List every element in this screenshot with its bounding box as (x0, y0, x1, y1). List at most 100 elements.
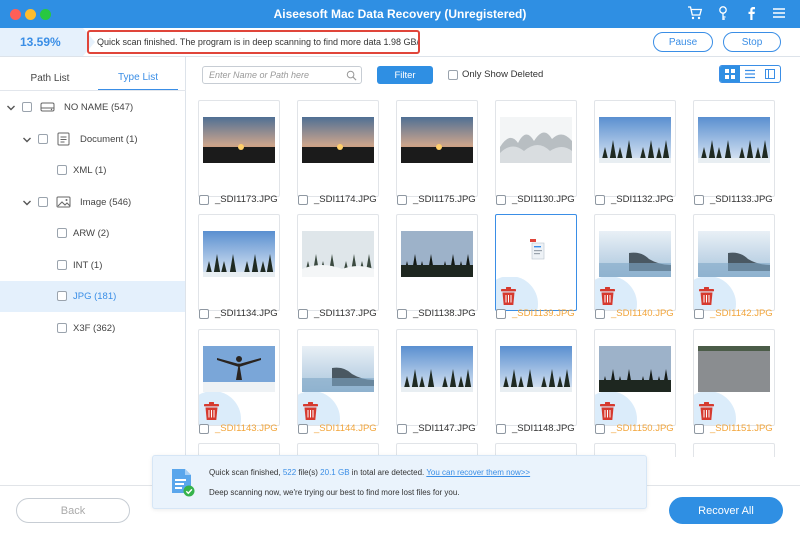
scan-complete-icon (172, 469, 195, 497)
file-thumbnail[interactable] (693, 329, 775, 426)
detected-file-count: 522 (282, 468, 297, 477)
file-checkbox[interactable] (298, 424, 308, 434)
tree-item-document[interactable]: Document (1) (0, 124, 185, 155)
file-thumbnail[interactable] (297, 214, 379, 311)
file-thumbnail[interactable] (693, 100, 775, 197)
tree-item-checkbox[interactable] (57, 165, 67, 175)
file-name: _SDI1140.JPG (611, 308, 674, 319)
menu-icon[interactable] (770, 4, 788, 22)
image-preview (599, 231, 671, 277)
key-icon[interactable] (714, 4, 732, 22)
file-checkbox[interactable] (199, 424, 209, 434)
list-view-icon[interactable] (740, 66, 760, 82)
file-thumbnail[interactable] (693, 443, 775, 457)
trash-icon (698, 401, 715, 421)
file-checkbox[interactable] (496, 424, 506, 434)
file-thumbnail[interactable] (297, 100, 379, 197)
image-preview (500, 346, 572, 392)
tab-path-list[interactable]: Path List (10, 65, 90, 91)
tree-item-checkbox[interactable] (57, 228, 67, 238)
file-thumbnail[interactable] (495, 214, 577, 311)
file-thumbnail[interactable] (693, 214, 775, 311)
tree-item-label: ARW (2) (73, 228, 110, 239)
file-checkbox[interactable] (298, 309, 308, 319)
tree-item-label: JPG (181) (73, 291, 117, 302)
image-preview (302, 117, 374, 163)
tree-item-x3f[interactable]: X3F (362) (0, 313, 185, 344)
grid-view-icon[interactable] (720, 66, 740, 82)
tree-item-jpg[interactable]: JPG (181) (0, 281, 185, 312)
tree-item-label: Image (546) (80, 196, 132, 208)
tree-item-arw[interactable]: ARW (2) (0, 218, 185, 249)
file-checkbox[interactable] (694, 309, 704, 319)
image-preview (203, 346, 275, 392)
stop-button[interactable]: Stop (723, 32, 781, 52)
file-thumbnail[interactable] (594, 329, 676, 426)
image-preview (401, 117, 473, 163)
file-thumbnail[interactable] (297, 329, 379, 426)
file-grid: _SDI1173.JPG _SDI1174.JPG _SDI1175.JPG _SDI… (186, 91, 800, 457)
file-thumbnail[interactable] (594, 100, 676, 197)
only-show-deleted-checkbox[interactable] (448, 70, 458, 80)
image-preview (698, 117, 770, 163)
recover-now-link[interactable]: You can recover them now>> (426, 468, 530, 477)
facebook-icon[interactable] (742, 4, 760, 22)
notification-summary: Quick scan finished, 522 file(s) 20.1 GB… (209, 468, 531, 477)
detected-size: 20.1 GB (320, 468, 350, 477)
file-thumbnail[interactable] (495, 100, 577, 197)
file-checkbox[interactable] (496, 309, 506, 319)
image-preview (698, 231, 770, 277)
tree-item-no[interactable]: NO NAME (547) (0, 92, 185, 123)
file-checkbox[interactable] (298, 195, 308, 205)
file-thumbnail[interactable] (396, 214, 478, 311)
tree-item-checkbox[interactable] (57, 259, 67, 270)
tree-item-checkbox[interactable] (22, 102, 32, 112)
file-thumbnail[interactable] (594, 214, 676, 311)
file-checkbox[interactable] (397, 309, 407, 319)
file-thumbnail[interactable] (396, 329, 478, 426)
file-checkbox[interactable] (199, 195, 209, 205)
file-checkbox[interactable] (595, 195, 605, 205)
file-checkbox[interactable] (496, 195, 506, 205)
cart-icon[interactable] (686, 4, 704, 22)
chevron-down-icon[interactable] (22, 135, 32, 145)
search-input[interactable]: Enter Name or Path here (202, 66, 362, 84)
tree-item-checkbox[interactable] (38, 196, 48, 207)
search-placeholder: Enter Name or Path here (209, 70, 310, 80)
file-name: _SDI1148.JPG (512, 423, 575, 434)
tree-item-checkbox[interactable] (57, 322, 67, 333)
file-thumbnail[interactable] (198, 100, 280, 197)
tree-item-checkbox[interactable] (57, 291, 67, 301)
status-bar: 13.59% Quick scan finished. The program … (0, 28, 800, 57)
file-thumbnail[interactable] (198, 214, 280, 311)
scan-notification: Quick scan finished, 522 file(s) 20.1 GB… (152, 455, 647, 509)
chevron-down-icon[interactable] (6, 103, 16, 113)
file-checkbox[interactable] (397, 424, 407, 434)
tree-item-image[interactable]: Image (546) (0, 187, 185, 218)
file-checkbox[interactable] (694, 424, 704, 434)
chevron-down-icon[interactable] (22, 198, 32, 208)
recover-all-button[interactable]: Recover All (669, 497, 783, 524)
tree-item-xml[interactable]: XML (1) (0, 155, 185, 186)
file-name: _SDI1147.JPG (413, 423, 476, 434)
trash-icon (599, 401, 616, 421)
file-checkbox[interactable] (397, 195, 407, 205)
file-checkbox[interactable] (595, 309, 605, 319)
search-icon[interactable] (346, 70, 357, 81)
file-name: _SDI1143.JPG (215, 423, 278, 434)
tree-item-int[interactable]: INT (1) (0, 250, 185, 281)
tab-type-list[interactable]: Type List (98, 65, 178, 91)
detail-view-icon[interactable] (760, 66, 780, 82)
filter-button[interactable]: Filter (377, 66, 433, 84)
file-thumbnail[interactable] (396, 100, 478, 197)
file-name: _SDI1142.JPG (710, 308, 773, 319)
file-checkbox[interactable] (199, 309, 209, 319)
pause-button[interactable]: Pause (653, 32, 713, 52)
file-checkbox[interactable] (694, 195, 704, 205)
image-preview (203, 231, 275, 277)
tree-item-checkbox[interactable] (38, 133, 48, 144)
back-button[interactable]: Back (16, 498, 130, 523)
file-thumbnail[interactable] (198, 329, 280, 426)
file-thumbnail[interactable] (495, 329, 577, 426)
file-checkbox[interactable] (595, 424, 605, 434)
